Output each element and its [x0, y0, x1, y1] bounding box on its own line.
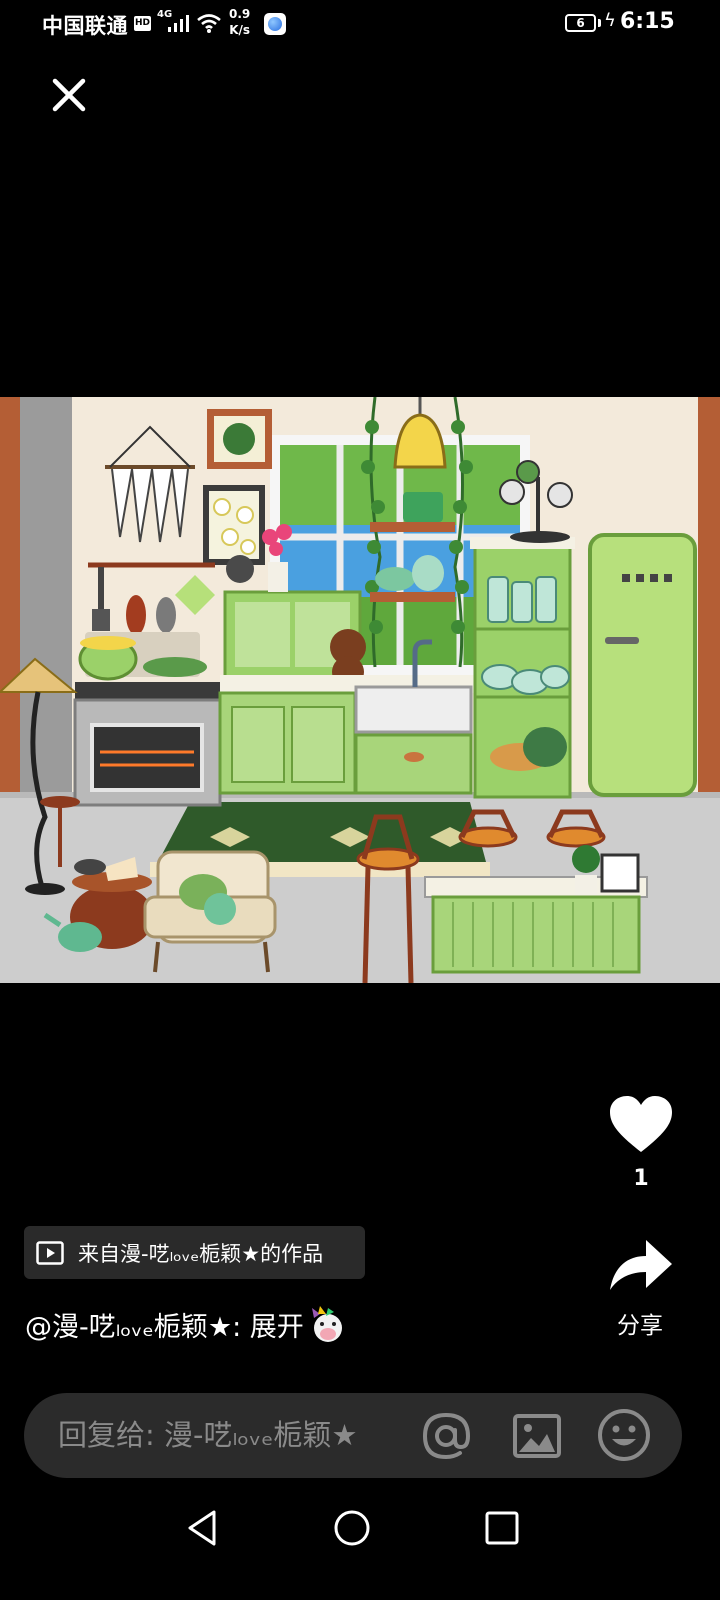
source-label: 来自漫-呓ₗₒᵥₑ栀颖★的作品	[78, 1241, 324, 1266]
share-arrow-icon[interactable]	[606, 1236, 674, 1294]
signal-icon	[168, 15, 189, 32]
network-speed-value: 0.9	[229, 7, 251, 21]
reply-bar	[24, 1393, 682, 1478]
like-count: 1	[633, 1166, 649, 1191]
kitchen-illustration[interactable]	[0, 397, 720, 983]
home-circle-icon[interactable]	[332, 1508, 372, 1548]
battery-icon: 6	[565, 14, 596, 32]
app-notification-icon	[264, 13, 286, 35]
network-speed: 0.9 K/s	[229, 6, 250, 38]
cow-sticker-icon	[311, 1306, 342, 1342]
close-icon[interactable]	[44, 70, 94, 120]
emoji-icon[interactable]	[597, 1408, 651, 1462]
hd-badge: HD	[134, 16, 151, 31]
back-triangle-icon[interactable]	[184, 1508, 224, 1548]
caption-text: @漫-呓ₗₒᵥₑ栀颖★: 展开	[25, 1311, 304, 1343]
heart-icon[interactable]	[608, 1094, 674, 1156]
at-icon[interactable]	[420, 1410, 472, 1462]
image-icon[interactable]	[511, 1410, 563, 1462]
source-work-link[interactable]: 来自漫-呓ₗₒᵥₑ栀颖★的作品	[24, 1226, 365, 1279]
reply-input[interactable]	[58, 1415, 408, 1455]
status-bar: 中国联通 HD 4G 0.9 K/s 6 ϟ 6:15	[0, 0, 720, 50]
wifi-icon	[197, 14, 221, 33]
recent-square-icon[interactable]	[482, 1508, 522, 1548]
battery-tip	[598, 19, 601, 27]
network-speed-unit: K/s	[229, 23, 251, 37]
carrier-name: 中国联通	[42, 14, 128, 38]
play-icon	[36, 1240, 64, 1265]
share-label[interactable]: 分享	[596, 1306, 684, 1340]
charging-bolt-icon: ϟ	[604, 10, 616, 31]
clock: 6:15	[620, 9, 675, 34]
caption[interactable]: @漫-呓ₗₒᵥₑ栀颖★: 展开	[25, 1304, 346, 1344]
